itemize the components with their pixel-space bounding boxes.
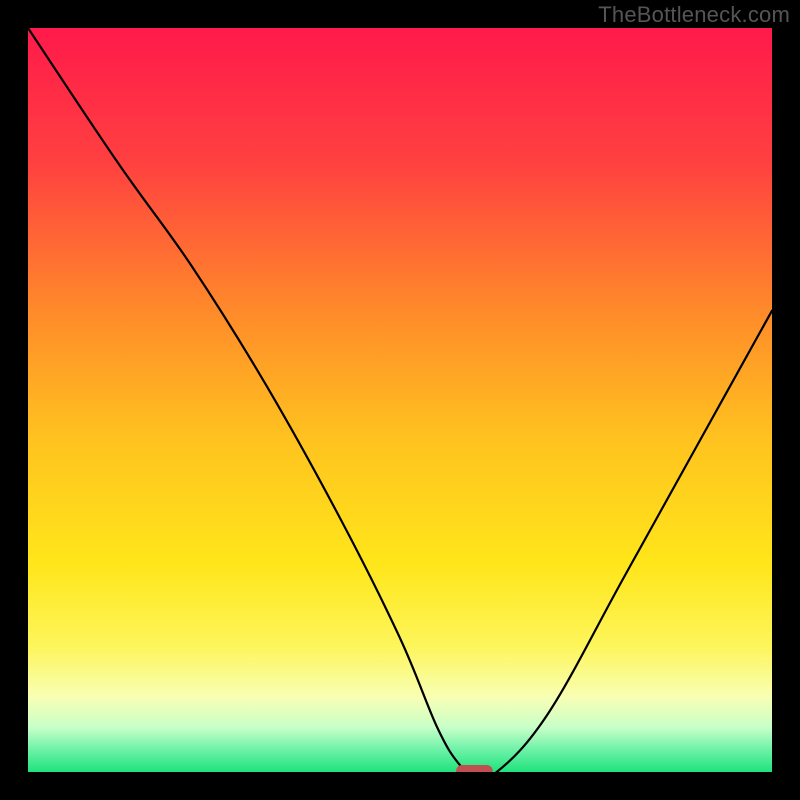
minimum-marker bbox=[456, 765, 493, 772]
chart-svg bbox=[28, 28, 772, 772]
watermark-text: TheBottleneck.com bbox=[598, 2, 790, 28]
chart-background bbox=[28, 28, 772, 772]
plot-area bbox=[28, 28, 772, 772]
chart-frame: TheBottleneck.com bbox=[0, 0, 800, 800]
